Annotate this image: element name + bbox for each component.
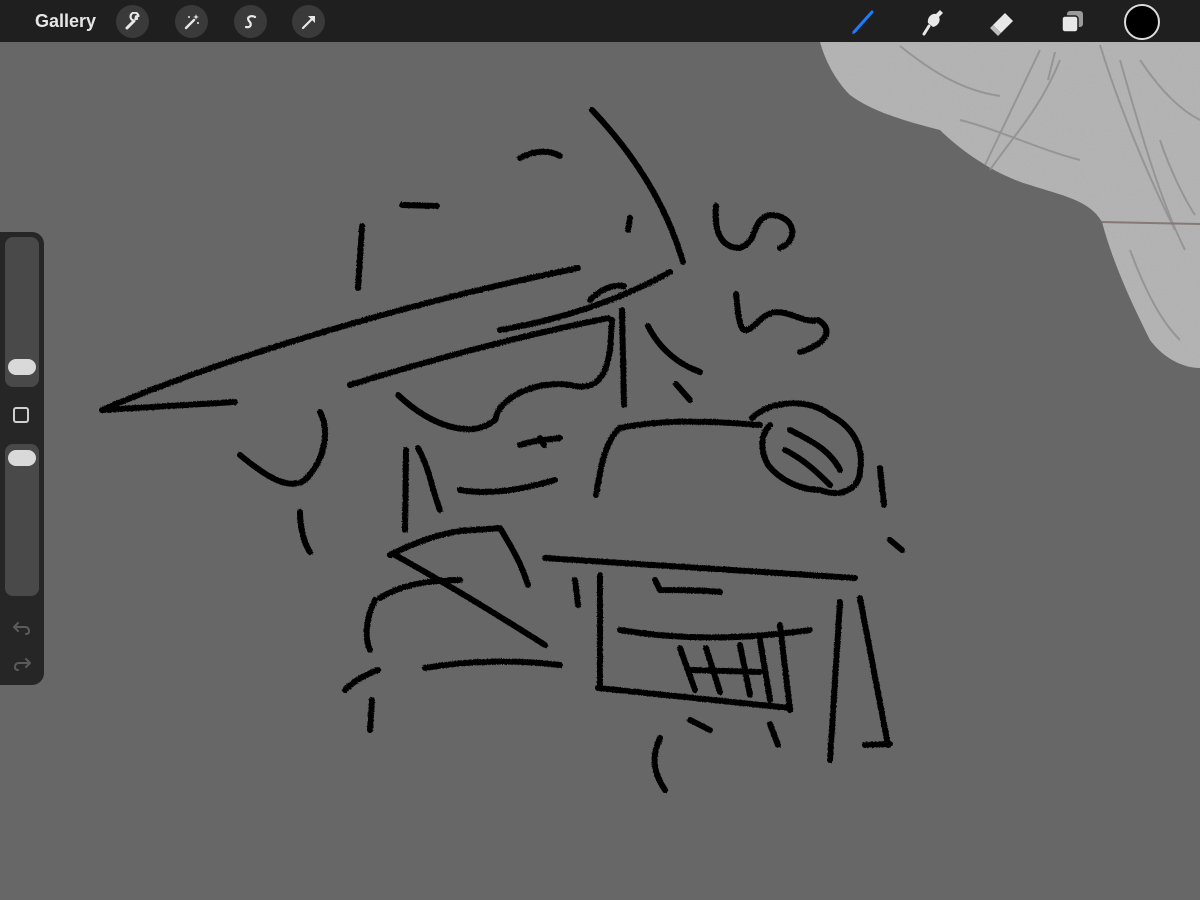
magic-wand-icon (184, 13, 199, 29)
opacity-slider[interactable] (5, 444, 39, 596)
modify-square-icon[interactable] (13, 407, 29, 423)
layers-icon (1061, 11, 1083, 33)
canvas-artwork (99, 42, 1200, 793)
top-toolbar: Gallery (0, 0, 1200, 42)
eraser-icon (990, 13, 1013, 36)
undo-icon[interactable] (11, 616, 33, 638)
drawing-canvas[interactable] (0, 42, 1200, 900)
smudge-icon (922, 10, 943, 36)
transform-button[interactable] (292, 5, 325, 38)
brush-size-slider[interactable] (5, 237, 39, 387)
brush-icon (852, 10, 874, 34)
arrow-cursor-icon (301, 15, 315, 29)
adjustments-button[interactable] (175, 5, 208, 38)
sketch-strokes (99, 107, 905, 793)
selection-button[interactable] (234, 5, 267, 38)
procreate-app: Gallery (0, 0, 1200, 900)
smudge-tool-button[interactable] (917, 5, 951, 39)
reference-image-layer (820, 42, 1200, 368)
gallery-button[interactable]: Gallery (35, 9, 96, 33)
brush-tool-button[interactable] (846, 5, 880, 39)
selection-s-icon (244, 14, 256, 28)
opacity-thumb[interactable] (8, 450, 36, 466)
actions-button[interactable] (116, 5, 149, 38)
redo-icon[interactable] (11, 652, 33, 674)
color-picker-button[interactable] (1124, 4, 1160, 40)
layers-button[interactable] (1055, 5, 1089, 39)
wrench-icon (125, 11, 140, 29)
eraser-tool-button[interactable] (986, 5, 1020, 39)
left-sidebar (0, 232, 44, 685)
brush-size-thumb[interactable] (8, 359, 36, 375)
